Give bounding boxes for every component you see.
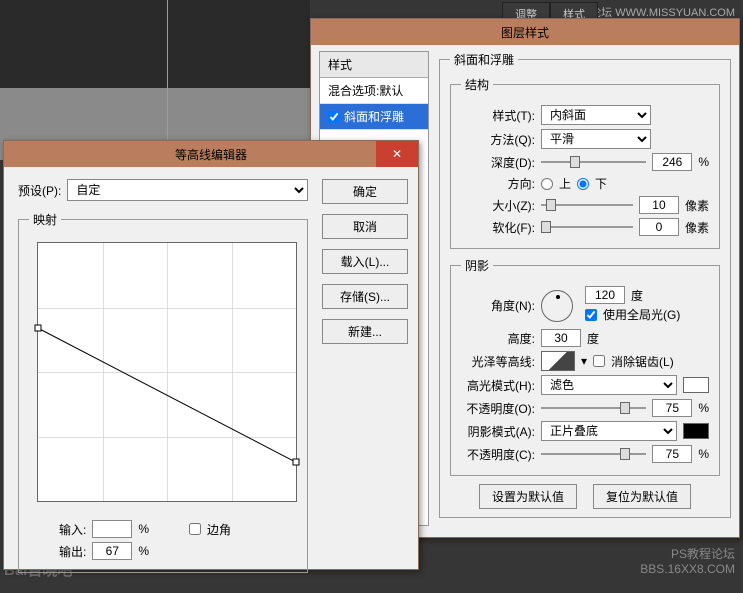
highlight-mode-label: 高光模式(H): <box>461 377 535 394</box>
gloss-contour-swatch[interactable] <box>541 351 575 371</box>
close-icon: ✕ <box>392 147 402 161</box>
new-button[interactable]: 新建... <box>322 319 408 344</box>
highlight-mode-select[interactable]: 滤色 <box>541 375 677 395</box>
depth-input[interactable] <box>652 153 692 171</box>
shadow-mode-label: 阴影模式(A): <box>461 423 535 440</box>
style-label: 样式(T): <box>461 107 535 124</box>
preset-select[interactable]: 自定 <box>67 179 308 201</box>
depth-slider[interactable] <box>541 155 646 169</box>
structure-group: 结构 样式(T): 内斜面 方法(Q): 平滑 深度(D): % <box>450 76 720 249</box>
contour-title: 等高线编辑器 <box>175 146 247 163</box>
load-button[interactable]: 载入(L)... <box>322 249 408 274</box>
contour-editor-dialog: 等高线编辑器 ✕ 预设(P): 自定 映射 输 <box>3 140 419 570</box>
size-slider[interactable] <box>541 198 633 212</box>
highlight-opacity-slider[interactable] <box>541 401 646 415</box>
soften-label: 软化(F): <box>461 219 535 236</box>
output-field[interactable] <box>92 542 132 560</box>
highlight-opacity-label: 不透明度(O): <box>461 400 535 417</box>
curve-handle[interactable] <box>35 325 42 332</box>
shadow-mode-select[interactable]: 正片叠底 <box>541 421 677 441</box>
save-button[interactable]: 存储(S)... <box>322 284 408 309</box>
shadow-color-swatch[interactable] <box>683 423 709 439</box>
close-button[interactable]: ✕ <box>376 141 418 167</box>
cancel-button[interactable]: 取消 <box>322 214 408 239</box>
highlight-opacity-input[interactable] <box>652 399 692 417</box>
bevel-checkbox[interactable] <box>328 111 340 123</box>
shadow-opacity-label: 不透明度(C): <box>461 446 535 463</box>
technique-label: 方法(Q): <box>461 131 535 148</box>
soften-input[interactable] <box>639 218 679 236</box>
global-light-checkbox[interactable] <box>585 309 597 321</box>
depth-label: 深度(D): <box>461 154 535 171</box>
bevel-legend: 斜面和浮雕 <box>450 51 518 68</box>
mapping-group: 映射 输入: % 边角 <box>18 211 308 573</box>
bevel-emboss-item[interactable]: 斜面和浮雕 <box>320 104 428 130</box>
angle-wheel[interactable] <box>541 290 573 322</box>
shadow-opacity-input[interactable] <box>652 445 692 463</box>
reset-default-button[interactable]: 复位为默认值 <box>593 484 691 509</box>
output-label: 输出: <box>59 543 86 560</box>
styles-header[interactable]: 样式 <box>320 52 428 78</box>
direction-up-radio[interactable] <box>541 178 553 190</box>
layer-style-title: 图层样式 <box>501 24 549 41</box>
blend-options-item[interactable]: 混合选项:默认 <box>320 78 428 104</box>
direction-label: 方向: <box>461 175 535 192</box>
gloss-label: 光泽等高线: <box>461 353 535 370</box>
shadow-opacity-slider[interactable] <box>541 447 646 461</box>
soften-slider[interactable] <box>541 220 633 234</box>
size-input[interactable] <box>639 196 679 214</box>
make-default-button[interactable]: 设置为默认值 <box>479 484 577 509</box>
corner-checkbox[interactable] <box>189 523 201 535</box>
direction-down-radio[interactable] <box>577 178 589 190</box>
antialias-checkbox[interactable] <box>593 355 605 367</box>
dropdown-icon[interactable]: ▾ <box>581 354 587 368</box>
shading-group: 阴影 角度(N): 度 使用全局光(G) <box>450 257 720 476</box>
altitude-label: 高度: <box>461 330 535 347</box>
size-label: 大小(Z): <box>461 197 535 214</box>
altitude-input[interactable] <box>541 329 581 347</box>
curve-handle[interactable] <box>293 459 300 466</box>
input-label: 输入: <box>59 521 86 538</box>
curve-canvas[interactable] <box>37 242 297 502</box>
technique-select[interactable]: 平滑 <box>541 129 651 149</box>
input-field[interactable] <box>92 520 132 538</box>
angle-input[interactable] <box>585 286 625 304</box>
highlight-color-swatch[interactable] <box>683 377 709 393</box>
style-select[interactable]: 内斜面 <box>541 105 651 125</box>
contour-titlebar[interactable]: 等高线编辑器 ✕ <box>4 141 418 167</box>
preset-label: 预设(P): <box>18 182 61 199</box>
ok-button[interactable]: 确定 <box>322 179 408 204</box>
watermark-ps: PS教程论坛 BBS.16XX8.COM <box>640 547 735 578</box>
bevel-group: 斜面和浮雕 结构 样式(T): 内斜面 方法(Q): 平滑 深度(D): <box>439 51 731 518</box>
angle-label: 角度(N): <box>461 297 535 314</box>
layer-style-titlebar[interactable]: 图层样式 <box>311 19 739 45</box>
